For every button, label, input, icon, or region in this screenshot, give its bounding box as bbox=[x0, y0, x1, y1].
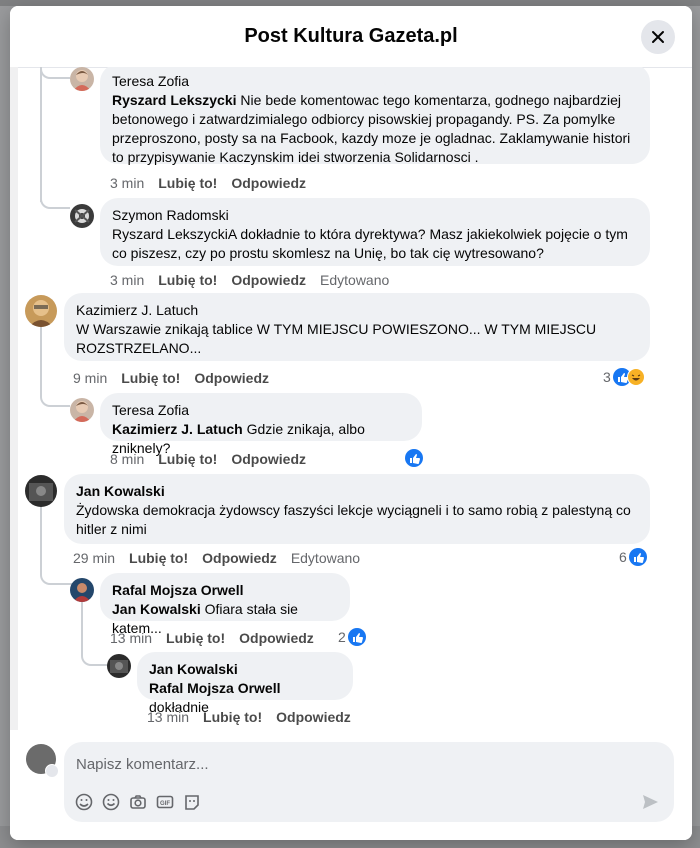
comment-author[interactable]: Jan Kowalski bbox=[149, 660, 341, 679]
emoji-icon[interactable] bbox=[101, 792, 123, 814]
mention-tag[interactable]: Jan Kowalski bbox=[112, 601, 201, 617]
reactions-summary[interactable] bbox=[405, 449, 423, 467]
comment-actions: 29 min Lubię to! Odpowiedz Edytowano bbox=[73, 550, 374, 566]
like-link[interactable]: Lubię to! bbox=[129, 550, 188, 566]
like-reaction-icon bbox=[347, 628, 366, 646]
comment-bubble: Kazimierz J. Latuch W Warszawie znikają … bbox=[64, 293, 650, 361]
reply-link[interactable]: Odpowiedz bbox=[194, 370, 269, 386]
mention-tag[interactable]: Kazimierz J. Latuch bbox=[112, 421, 243, 437]
avatar[interactable] bbox=[25, 475, 57, 507]
chevron-down-icon[interactable] bbox=[45, 764, 59, 778]
post-dialog: Post Kultura Gazeta.pl Teresa Zofia Rysz… bbox=[10, 6, 692, 840]
reply-link[interactable]: Odpowiedz bbox=[276, 709, 351, 725]
reply-link[interactable]: Odpowiedz bbox=[231, 175, 306, 191]
like-link[interactable]: Lubię to! bbox=[158, 272, 217, 288]
like-reaction-icon bbox=[628, 548, 647, 566]
reaction-count: 2 bbox=[338, 629, 346, 645]
mention-tag[interactable]: Rafal Mojsza Orwell bbox=[149, 680, 280, 696]
comment-time[interactable]: 13 min bbox=[110, 630, 152, 646]
camera-icon[interactable] bbox=[128, 792, 150, 814]
send-icon[interactable] bbox=[640, 792, 662, 814]
comment-actions: 3 min Lubię to! Odpowiedz bbox=[110, 175, 320, 191]
comment-actions: 8 min Lubię to! Odpowiedz bbox=[110, 451, 320, 467]
comment-author[interactable]: Teresa Zofia bbox=[112, 401, 410, 420]
like-reaction-icon bbox=[405, 449, 423, 467]
comment-text: Ryszard LekszyckiA dokładnie to która dy… bbox=[112, 226, 628, 261]
comment-composer: GIF bbox=[10, 730, 692, 840]
avatar[interactable] bbox=[25, 295, 57, 327]
avatar[interactable] bbox=[70, 204, 94, 228]
comment-text: Żydowska demokracja żydowscy faszyści le… bbox=[76, 502, 631, 537]
avatar-sticker-icon[interactable] bbox=[182, 792, 204, 814]
like-link[interactable]: Lubię to! bbox=[203, 709, 262, 725]
comment-time[interactable]: 3 min bbox=[110, 175, 144, 191]
comment-time[interactable]: 9 min bbox=[73, 370, 107, 386]
reply-link[interactable]: Odpowiedz bbox=[239, 630, 314, 646]
thread-line bbox=[40, 67, 42, 202]
comments-list: Teresa Zofia Ryszard Lekszycki Nie bede … bbox=[10, 67, 692, 730]
comment-time[interactable]: 3 min bbox=[110, 272, 144, 288]
comment-bubble: Teresa Zofia Kazimierz J. Latuch Gdzie z… bbox=[100, 393, 422, 456]
mention-tag[interactable]: Ryszard Lekszycki bbox=[112, 92, 237, 108]
reaction-count: 3 bbox=[603, 369, 611, 385]
like-link[interactable]: Lubię to! bbox=[121, 370, 180, 386]
comment-time[interactable]: 29 min bbox=[73, 550, 115, 566]
like-link[interactable]: Lubię to! bbox=[166, 630, 225, 646]
comment-author[interactable]: Rafal Mojsza Orwell bbox=[112, 581, 338, 600]
comment-author[interactable]: Jan Kowalski bbox=[76, 482, 638, 501]
comment-bubble: Teresa Zofia Ryszard Lekszycki Nie bede … bbox=[100, 67, 650, 165]
comment-actions: 3 min Lubię to! Odpowiedz Edytowano bbox=[110, 272, 403, 288]
reply-link[interactable]: Odpowiedz bbox=[231, 272, 306, 288]
comment-input[interactable] bbox=[74, 752, 638, 776]
avatar[interactable] bbox=[70, 398, 94, 422]
edited-label: Edytowano bbox=[320, 272, 390, 288]
like-link[interactable]: Lubię to! bbox=[158, 451, 217, 467]
thread-line bbox=[40, 67, 70, 79]
avatar[interactable] bbox=[107, 654, 131, 678]
avatar[interactable] bbox=[70, 67, 94, 91]
haha-reaction-icon bbox=[626, 368, 645, 386]
dim-overlay bbox=[10, 67, 18, 730]
sticker-icon[interactable] bbox=[74, 792, 96, 814]
like-link[interactable]: Lubię to! bbox=[158, 175, 217, 191]
comment-text: W Warszawie znikają tablice W TYM MIEJSC… bbox=[76, 321, 597, 356]
comment-author[interactable]: Szymon Radomski bbox=[112, 206, 638, 225]
avatar[interactable] bbox=[70, 578, 94, 602]
comment-bubble: Jan Kowalski Żydowska demokracja żydowsc… bbox=[64, 474, 650, 544]
reply-link[interactable]: Odpowiedz bbox=[231, 451, 306, 467]
thread-line bbox=[40, 187, 70, 209]
reaction-count: 6 bbox=[619, 549, 627, 565]
comment-author[interactable]: Kazimierz J. Latuch bbox=[76, 301, 638, 320]
reactions-summary[interactable]: 2 bbox=[338, 628, 366, 646]
svg-text:GIF: GIF bbox=[160, 801, 170, 807]
close-button[interactable] bbox=[641, 20, 675, 54]
comment-bubble: Rafal Mojsza Orwell Jan Kowalski Ofiara … bbox=[100, 573, 350, 636]
comment-time[interactable]: 8 min bbox=[110, 451, 144, 467]
composer-box: GIF bbox=[64, 742, 674, 822]
close-icon bbox=[652, 31, 664, 43]
reply-link[interactable]: Odpowiedz bbox=[202, 550, 277, 566]
comment-author[interactable]: Teresa Zofia bbox=[112, 72, 638, 91]
comment-bubble: Jan Kowalski Rafal Mojsza Orwell dokładn… bbox=[137, 652, 353, 715]
dialog-header: Post Kultura Gazeta.pl bbox=[10, 6, 692, 68]
dialog-title: Post Kultura Gazeta.pl bbox=[244, 25, 458, 47]
reactions-summary[interactable]: 3 bbox=[603, 368, 645, 386]
comment-bubble: Szymon Radomski Ryszard LekszyckiA dokła… bbox=[100, 198, 650, 266]
comment-time[interactable]: 13 min bbox=[147, 709, 189, 725]
gif-icon[interactable]: GIF bbox=[155, 792, 177, 814]
edited-label: Edytowano bbox=[290, 550, 361, 566]
comment-actions: 9 min Lubię to! Odpowiedz bbox=[73, 370, 283, 386]
comment-actions: 13 min Lubię to! Odpowiedz bbox=[147, 709, 365, 725]
comment-actions: 13 min Lubię to! Odpowiedz bbox=[110, 630, 328, 646]
reactions-summary[interactable]: 6 bbox=[619, 548, 647, 566]
